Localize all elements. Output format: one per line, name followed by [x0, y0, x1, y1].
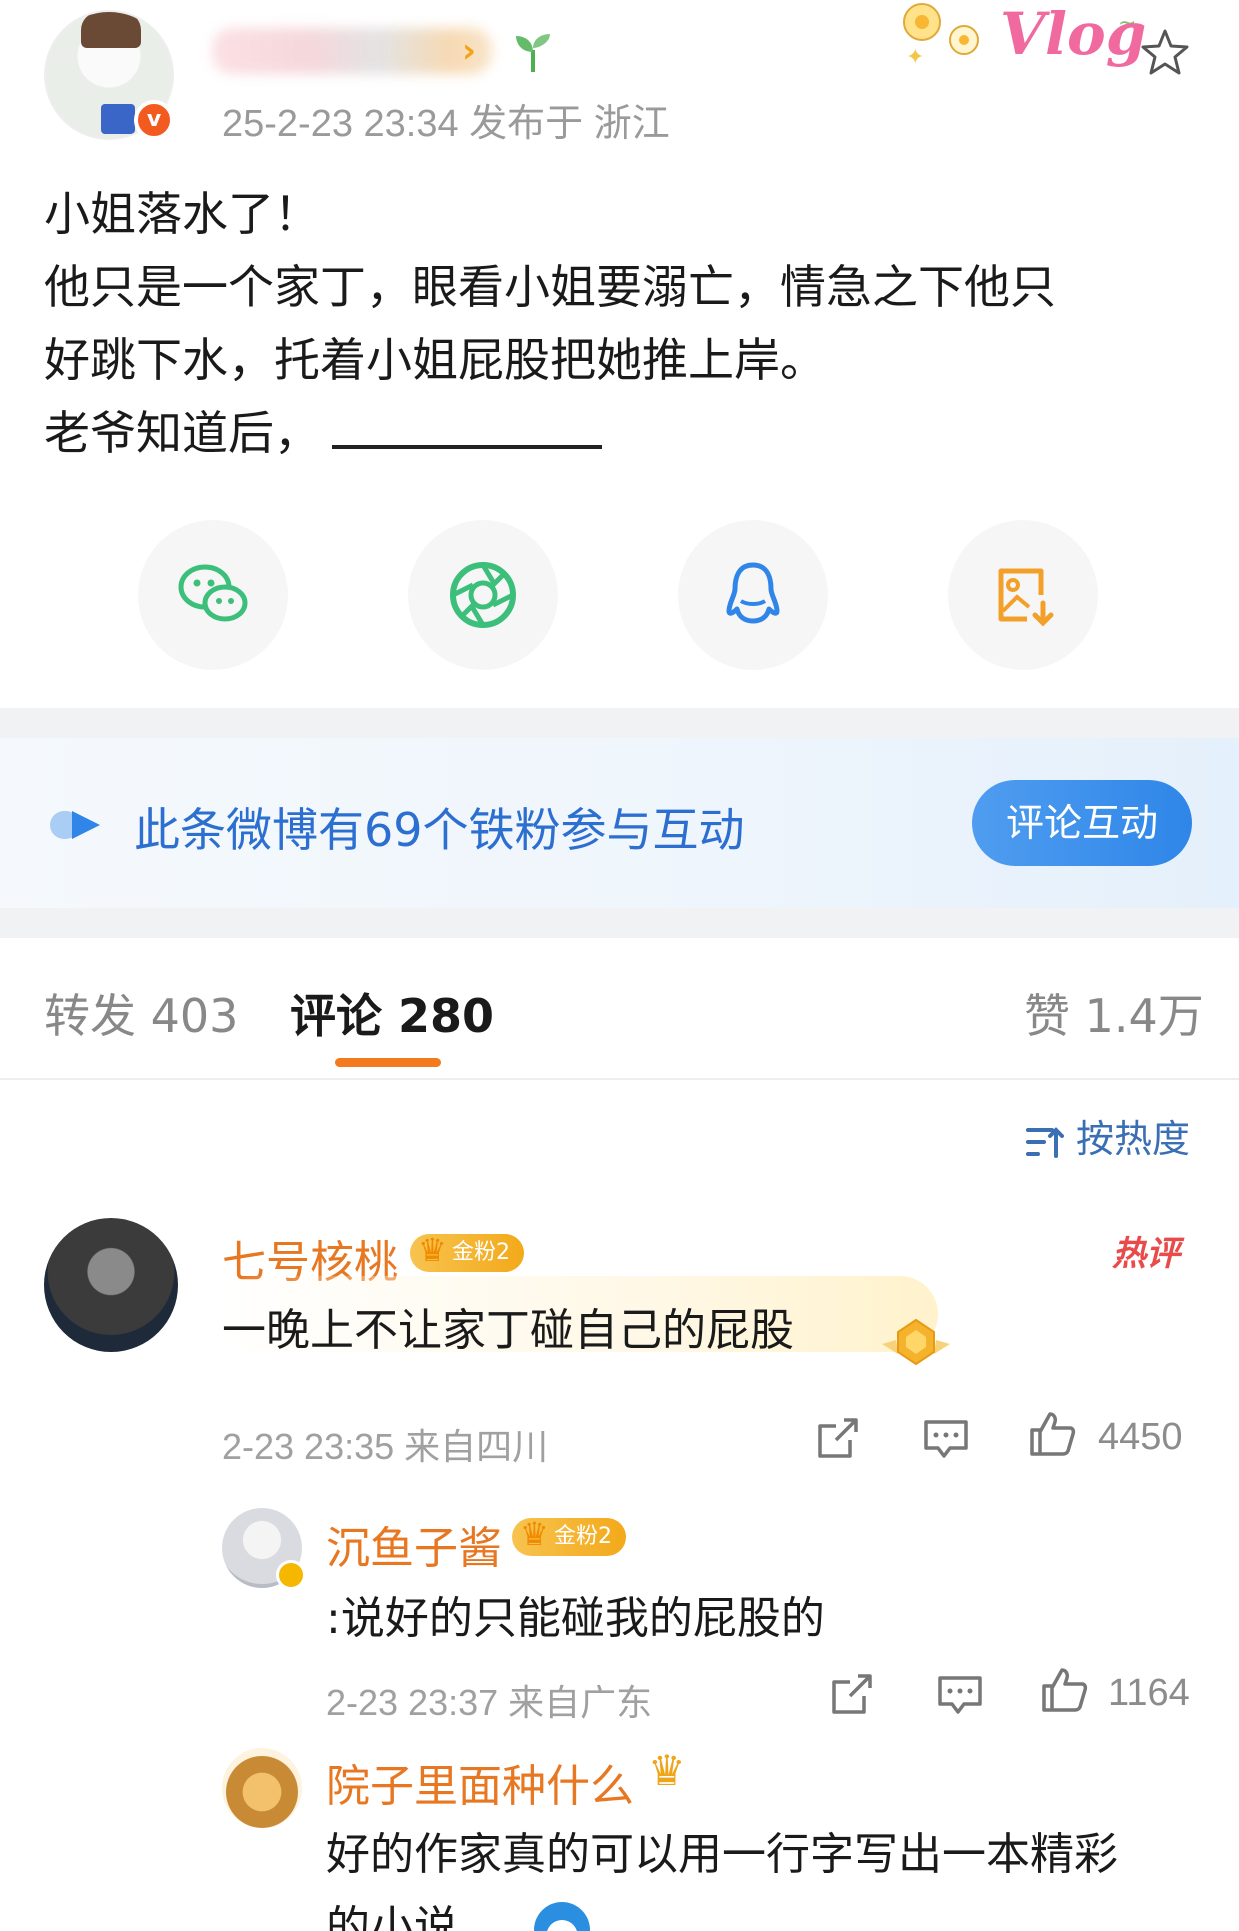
moments-icon: [450, 562, 516, 628]
reply-comment-icon[interactable]: [922, 1414, 970, 1462]
avatar-figure: [101, 104, 135, 134]
post-line-1: 小姐落水了！: [44, 187, 320, 241]
comment-like-count: 4450: [1098, 1416, 1183, 1458]
post-content: 小姐落水了！ 他只是一个家丁，眼看小姐要溺亡，情急之下他只 好跳下水，托着小姐屁…: [44, 178, 1204, 470]
fill-in-blank-line: [332, 444, 602, 449]
tab-likes[interactable]: 赞 1.4万: [1024, 980, 1204, 1046]
post-line-4-text: 老爷知道后，: [44, 406, 320, 460]
sort-label: 按热度: [1076, 1117, 1191, 1161]
section-divider: [0, 708, 1239, 738]
commenter-avatar[interactable]: [44, 1218, 178, 1352]
reply-comment-icon[interactable]: [936, 1670, 984, 1718]
post-header: v › 25-2-23 23:34 发布于 浙江 ✦ ~ Vlog: [0, 0, 1239, 160]
reply-text: 好的作家真的可以用一行字写出一本精彩 的小说。。: [326, 1818, 1206, 1931]
post-line-4: 老爷知道后，: [44, 397, 1204, 470]
reply-timestamp-location: 2-23 23:37 来自广东: [326, 1682, 653, 1723]
post-tabs: 转发 403 评论 280 赞 1.4万: [0, 960, 1239, 1080]
post-line-2: 他只是一个家丁，眼看小姐要溺亡，情急之下他只: [44, 260, 1056, 314]
reply-author-name[interactable]: 沉鱼子酱: [326, 1512, 502, 1576]
fans-interaction-banner[interactable]: 此条微博有69个铁粉参与互动 评论互动: [0, 738, 1239, 908]
share-comment-icon[interactable]: [814, 1414, 862, 1462]
like-thumb-icon[interactable]: [1028, 1410, 1076, 1458]
tab-comments[interactable]: 评论 280: [290, 980, 494, 1046]
share-moments-button[interactable]: [408, 520, 558, 670]
save-image-button[interactable]: [948, 520, 1098, 670]
share-qq-button[interactable]: [678, 520, 828, 670]
fans-interaction-text: 此条微博有69个铁粉参与互动: [134, 803, 745, 857]
comment-timestamp-location: 2-23 23:35 来自四川: [222, 1426, 549, 1467]
reply-text-line-2-wrap: 的小说。。: [326, 1891, 1206, 1931]
reply-text-line-1: 好的作家真的可以用一行字写出一本精彩: [326, 1829, 1118, 1880]
tab-reposts[interactable]: 转发 403: [44, 980, 238, 1046]
share-row: [0, 520, 1239, 670]
vlog-sticker-text: Vlog: [1000, 0, 1147, 68]
verified-badge-icon: v: [134, 100, 174, 140]
sort-by-hotness-button[interactable]: 按热度: [1024, 1108, 1190, 1163]
svg-text:✦: ✦: [906, 45, 924, 70]
level-chevron-icon: ›: [462, 31, 477, 71]
medal-icon: [882, 1318, 950, 1366]
vip-badge-icon: [276, 1560, 306, 1590]
qq-icon: [726, 562, 780, 624]
post-timestamp-location: 25-2-23 23:34 发布于 浙江: [222, 103, 670, 145]
doraemon-emoji-icon: [534, 1902, 590, 1931]
section-divider-2: [0, 908, 1239, 938]
reply-author-name[interactable]: 院子里面种什么: [326, 1750, 634, 1814]
author-name-blurred[interactable]: [212, 28, 492, 74]
hot-comment-label: 热评: [1112, 1234, 1180, 1274]
reply-text: :说好的只能碰我的屁股的: [326, 1593, 825, 1644]
gold-fan-badge: 金粉2: [410, 1231, 524, 1272]
like-thumb-icon[interactable]: [1040, 1666, 1088, 1714]
save-image-icon: [998, 568, 1054, 627]
crown-badge-icon: ♛: [648, 1746, 686, 1795]
share-reply-icon[interactable]: [828, 1670, 876, 1718]
active-tab-indicator: [335, 1058, 441, 1067]
gold-fan-badge: 金粉2: [512, 1515, 626, 1556]
comment-text: 一晚上不让家丁碰自己的屁股: [222, 1305, 794, 1356]
reply-avatar-dog[interactable]: [222, 1748, 302, 1828]
reply-like-count: 1164: [1108, 1672, 1190, 1714]
post-line-3: 好跳下水，托着小姐屁股把她推上岸。: [44, 333, 826, 387]
wechat-icon: [178, 564, 248, 622]
sprout-icon: [516, 34, 550, 72]
share-wechat-button[interactable]: [138, 520, 288, 670]
sort-icon: [1026, 1126, 1064, 1158]
avatar-hair: [81, 12, 141, 48]
reply-text-line-2: 的小说。。: [326, 1902, 524, 1931]
comment-interact-button[interactable]: 评论互动: [972, 780, 1192, 866]
interaction-toggle-icon: [50, 811, 100, 839]
favorite-star-icon[interactable]: [1138, 26, 1192, 80]
